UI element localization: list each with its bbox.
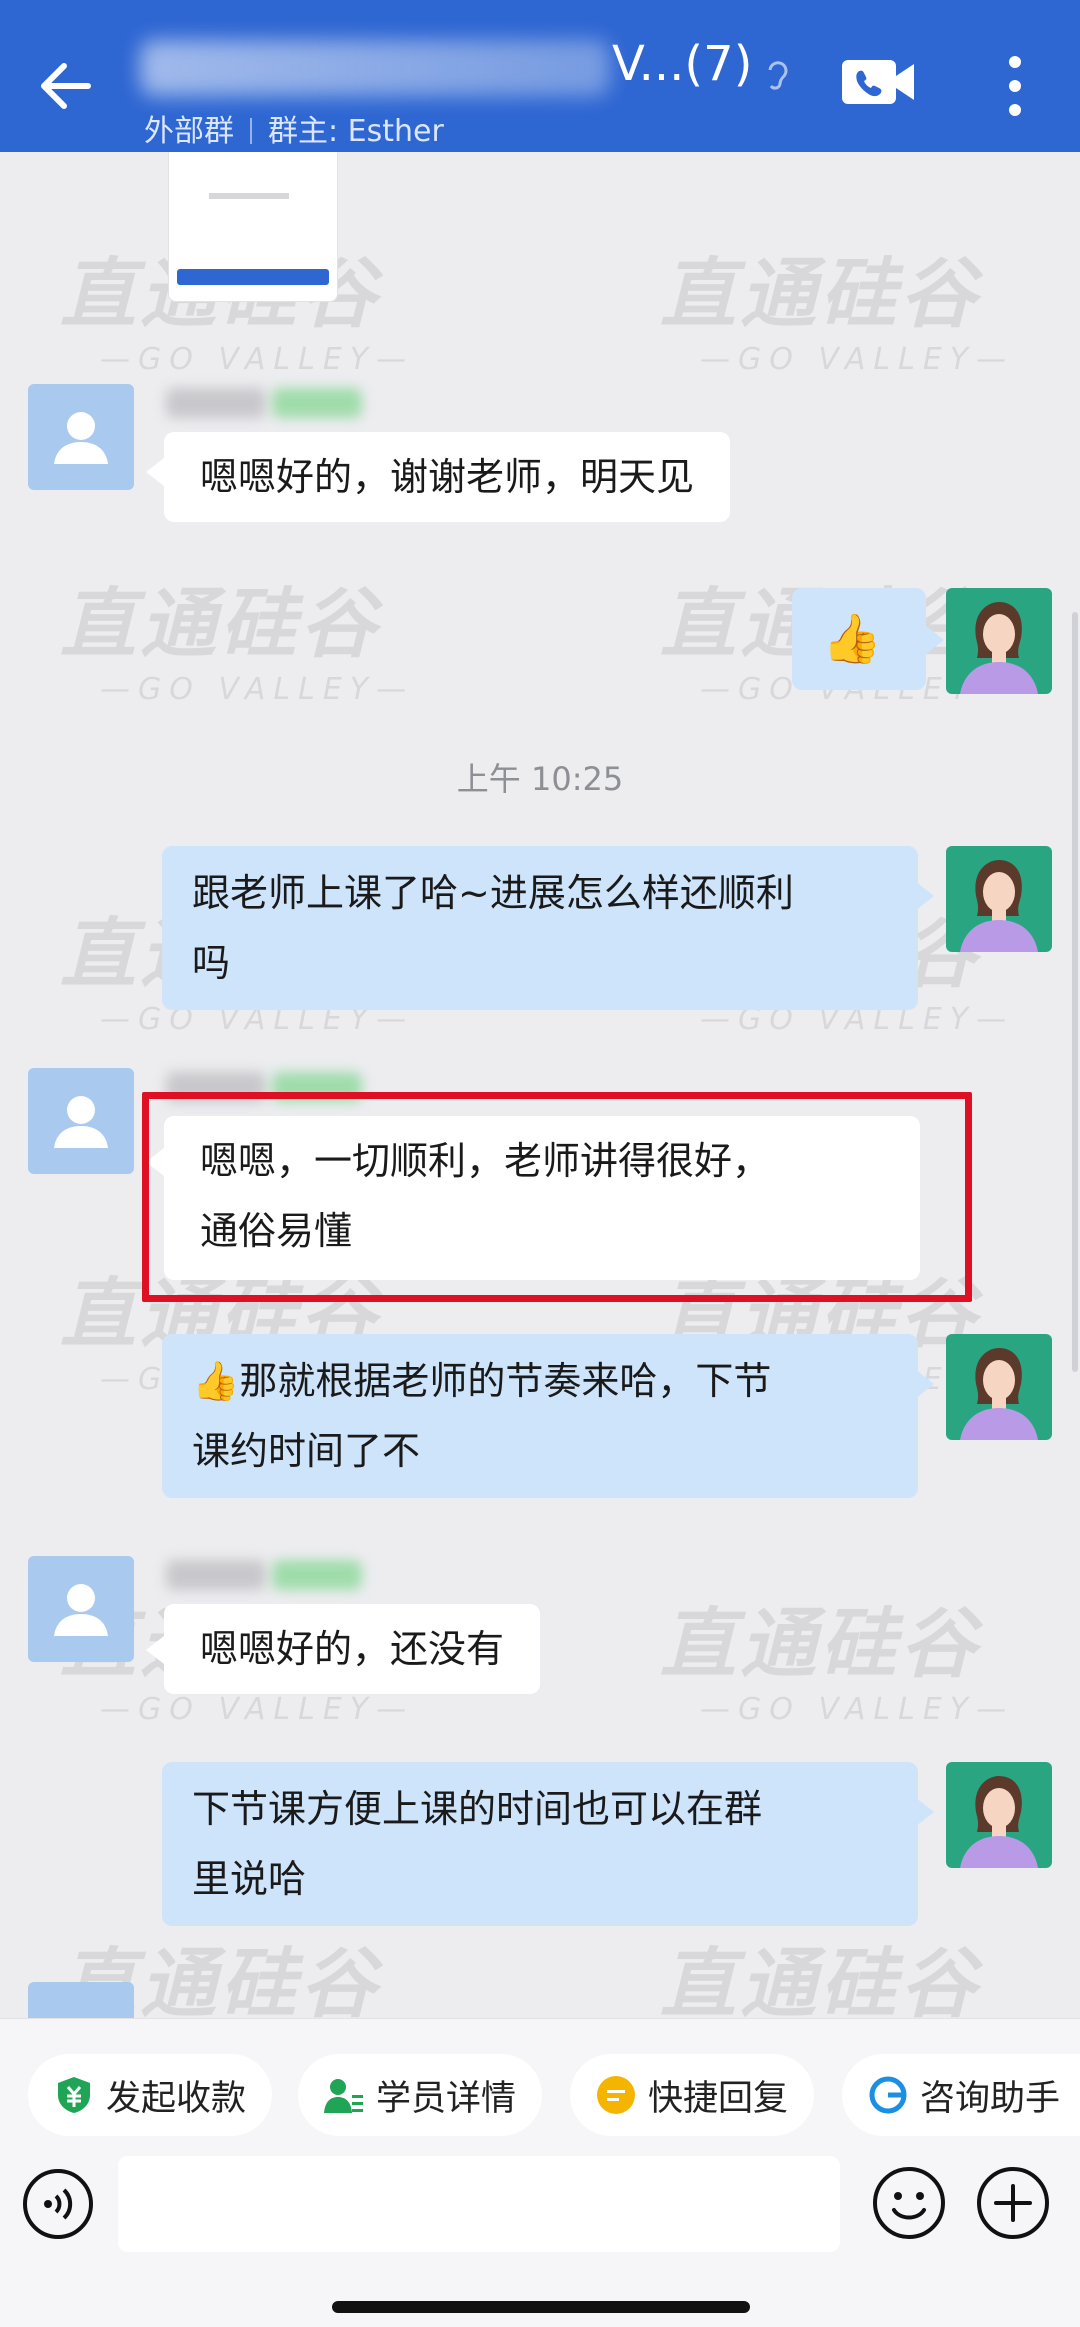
quick-action-label: 学员详情 (376, 2078, 517, 2119)
sender-tag-redacted (272, 388, 362, 418)
earpiece-icon (768, 61, 788, 90)
watermark-logo: 直通硅谷—GO VALLEY— (660, 249, 1015, 377)
more-options-icon[interactable] (990, 52, 1040, 120)
woman-avatar-icon (960, 1348, 1038, 1440)
group-name-redacted (140, 40, 610, 96)
teacher-avatar[interactable] (946, 846, 1052, 952)
quick-action-label: 咨询助手 (920, 2078, 1061, 2119)
image-message[interactable] (168, 152, 338, 302)
woman-avatar-icon (960, 1776, 1038, 1868)
quick-action-reply[interactable]: 快捷回复 (570, 2054, 815, 2136)
message-list[interactable]: 直通硅谷—GO VALLEY— 直通硅谷—GO VALLEY— 直通硅谷—GO … (0, 152, 1080, 2018)
avatar[interactable] (28, 1068, 134, 1174)
sender-tag-redacted (272, 1560, 362, 1590)
quick-action-assistant[interactable]: 咨询助手 (842, 2054, 1080, 2136)
sender-name-redacted (166, 388, 266, 418)
avatar[interactable] (28, 1982, 134, 2018)
default-user-icon (54, 412, 108, 464)
student-icon (324, 2079, 363, 2113)
message-bubble[interactable]: 跟老师上课了哈~进展怎么样还顺利 吗 (162, 846, 918, 1010)
assistant-g-icon (869, 2076, 907, 2114)
watermark-logo: 直通硅谷—GO VALLEY— (660, 1939, 980, 2018)
message-bubble[interactable]: 👍那就根据老师的节奏来哈，下节 课约时间了不 (162, 1334, 918, 1498)
default-user-icon (54, 1584, 108, 1636)
message-input[interactable] (118, 2156, 840, 2252)
shield-yen-icon (58, 2077, 90, 2113)
teacher-avatar[interactable] (946, 1334, 1052, 1440)
quick-reply-icon (597, 2076, 635, 2114)
message-bubble[interactable]: 嗯嗯好的，还没有 (164, 1604, 541, 1694)
watermark-logo: 直通硅谷—GO VALLEY— (60, 579, 415, 707)
video-call-icon[interactable] (840, 52, 916, 112)
voice-input-icon[interactable] (22, 2168, 94, 2240)
teacher-avatar[interactable] (946, 1762, 1052, 1868)
message-bubble[interactable]: 嗯嗯好的，谢谢老师，明天见 (164, 432, 731, 522)
back-arrow-icon[interactable] (30, 50, 102, 122)
default-user-icon (54, 1096, 108, 1148)
sender-name-redacted (166, 1560, 266, 1590)
message-bubble[interactable]: 下节课方便上课的时间也可以在群 里说哈 (162, 1762, 918, 1926)
chat-header: V...(7) 外部群 群主: Esther (0, 0, 1080, 152)
woman-avatar-icon (960, 860, 1038, 952)
home-indicator[interactable] (332, 2301, 750, 2313)
chat-subtitle: 外部群 群主: Esther (144, 106, 444, 150)
emoji-icon[interactable] (872, 2166, 946, 2240)
watermark-logo: 直通硅谷—GO VALLEY— (660, 1599, 1015, 1727)
quick-action-payment[interactable]: 发起收款 (28, 2054, 273, 2136)
quick-action-label: 快捷回复 (648, 2078, 789, 2119)
timestamp: 上午 10:25 (456, 760, 624, 798)
scrollbar[interactable] (1072, 612, 1078, 1372)
quick-action-student[interactable]: 学员详情 (298, 2054, 543, 2136)
group-owner-label: 群主: Esther (268, 114, 444, 149)
woman-avatar-icon (960, 602, 1038, 694)
avatar[interactable] (28, 1556, 134, 1662)
highlight-annotation (142, 1092, 972, 1302)
message-bubble[interactable]: 👍 (792, 588, 926, 690)
avatar[interactable] (28, 384, 134, 490)
group-type-label: 外部群 (144, 114, 234, 149)
quick-action-label: 发起收款 (106, 2078, 247, 2119)
chat-title-suffix: V...(7) (612, 36, 753, 92)
teacher-avatar[interactable] (946, 588, 1052, 694)
plus-icon[interactable] (976, 2166, 1050, 2240)
